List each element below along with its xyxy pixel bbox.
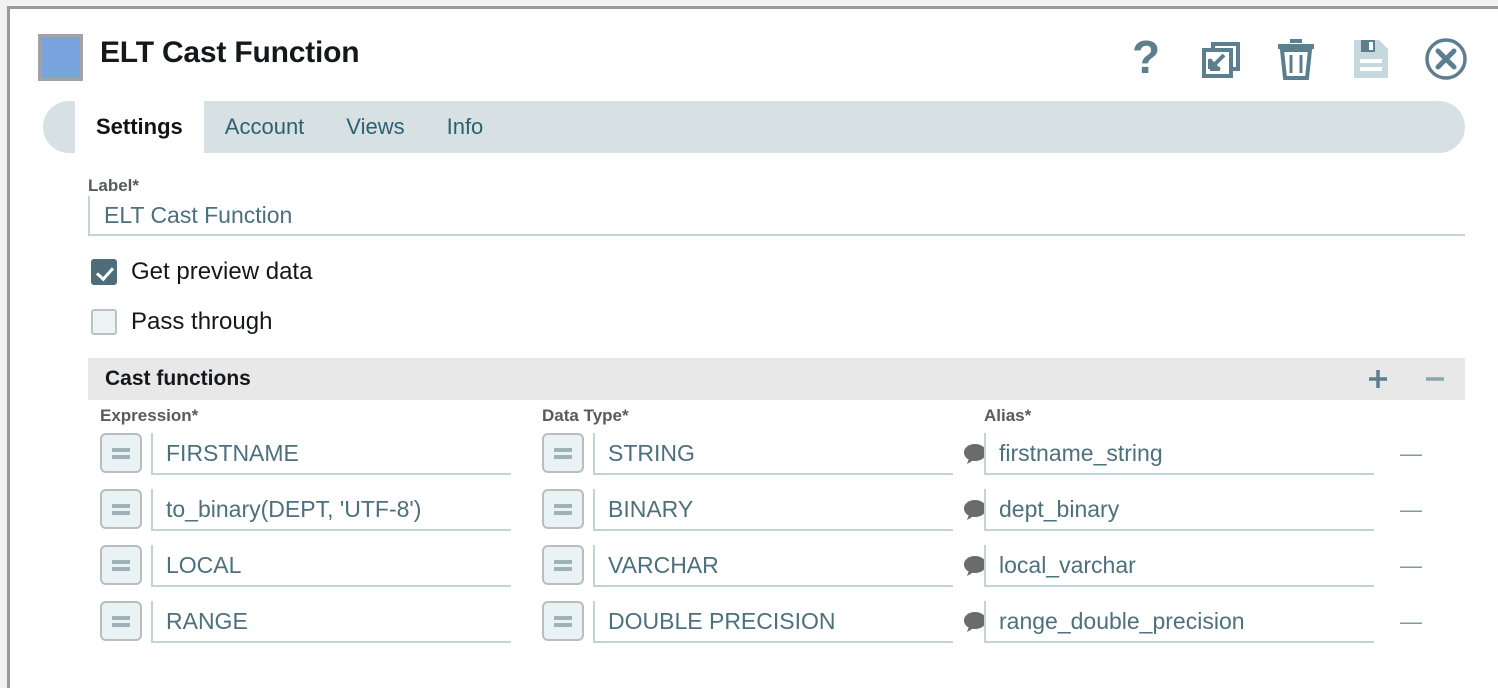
pass-through-checkbox-row[interactable]: Pass through (91, 308, 1465, 336)
label-input[interactable]: ELT Cast Function (88, 196, 1465, 236)
expression-mode-toggle-expression[interactable] (100, 545, 142, 585)
tab-bar: Settings Account Views Info (43, 101, 1465, 157)
cast-functions-header: Cast functions (88, 358, 1465, 400)
table-row: LOCAL VARCHAR local_varchar — (88, 539, 1465, 595)
expression-mode-toggle-expression[interactable] (100, 601, 142, 641)
cast-functions-section: Cast functions Expression* Data Type* Al… (88, 358, 1465, 651)
tab-info[interactable]: Info (426, 101, 505, 153)
expression-mode-toggle-data-type[interactable] (542, 545, 584, 585)
row-remove-button[interactable]: — (1398, 553, 1424, 579)
get-preview-data-checkbox-row[interactable]: Get preview data (91, 258, 1465, 286)
expression-mode-toggle-data-type[interactable] (542, 601, 584, 641)
expression-mode-toggle-expression[interactable] (100, 433, 142, 473)
equals-icon (112, 447, 130, 459)
data-type-input[interactable]: DOUBLE PRECISION (593, 601, 953, 643)
dialog-title: ELT Cast Function (100, 36, 360, 69)
equals-icon (554, 559, 572, 571)
label-field-caption: Label* (88, 176, 140, 195)
close-icon[interactable] (1424, 33, 1468, 85)
cast-functions-title: Cast functions (105, 367, 251, 390)
tab-views[interactable]: Views (325, 101, 425, 153)
expression-input[interactable]: LOCAL (151, 545, 511, 587)
alias-input[interactable]: dept_binary (984, 489, 1374, 531)
equals-icon (554, 447, 572, 459)
column-header-expression: Expression* (100, 406, 199, 425)
expression-input[interactable]: RANGE (151, 601, 511, 643)
component-square-icon (38, 34, 83, 81)
column-header-alias: Alias* (984, 406, 1032, 425)
remove-row-icon[interactable] (1423, 358, 1447, 400)
equals-icon (112, 503, 130, 515)
pass-through-label: Pass through (131, 308, 273, 335)
settings-panel: Label* ELT Cast Function Get preview dat… (10, 176, 1498, 651)
tab-settings[interactable]: Settings (75, 101, 204, 153)
table-row: RANGE DOUBLE PRECISION range_double_precis… (88, 595, 1465, 651)
data-type-input[interactable]: BINARY (593, 489, 953, 531)
alias-input[interactable]: range_double_precision (984, 601, 1374, 643)
dialog-titlebar: ELT Cast Function ? (10, 9, 1498, 101)
expression-mode-toggle-data-type[interactable] (542, 489, 584, 529)
equals-icon (554, 503, 572, 515)
help-icon[interactable]: ? (1124, 31, 1168, 87)
delete-icon[interactable] (1274, 33, 1318, 85)
alias-input[interactable]: local_varchar (984, 545, 1374, 587)
alias-input[interactable]: firstname_string (984, 433, 1374, 475)
row-remove-button[interactable]: — (1398, 497, 1424, 523)
get-preview-data-label: Get preview data (131, 258, 313, 285)
get-preview-data-checkbox[interactable] (91, 259, 117, 285)
restore-window-icon[interactable] (1199, 33, 1243, 85)
row-remove-button[interactable]: — (1398, 609, 1424, 635)
expression-input[interactable]: FIRSTNAME (151, 433, 511, 475)
dialog-window: ELT Cast Function ? Settings Account Vie… (7, 6, 1498, 688)
expression-mode-toggle-expression[interactable] (100, 489, 142, 529)
expression-mode-toggle-data-type[interactable] (542, 433, 584, 473)
data-type-input[interactable]: VARCHAR (593, 545, 953, 587)
equals-icon (112, 559, 130, 571)
cast-functions-grid: FIRSTNAME STRING firstname_string — to_binar… (88, 427, 1465, 651)
pass-through-checkbox[interactable] (91, 309, 117, 335)
data-type-input[interactable]: STRING (593, 433, 953, 475)
grid-column-headers: Expression* Data Type* Alias* (88, 400, 1465, 427)
add-row-icon[interactable] (1366, 358, 1390, 400)
table-row: to_binary(DEPT, 'UTF-8') BINARY dept_binar… (88, 483, 1465, 539)
row-remove-button[interactable]: — (1398, 441, 1424, 467)
expression-input[interactable]: to_binary(DEPT, 'UTF-8') (151, 489, 511, 531)
table-row: FIRSTNAME STRING firstname_string — (88, 427, 1465, 483)
application-window: ELT Cast Function ? Settings Account Vie… (0, 0, 1498, 688)
equals-icon (554, 615, 572, 627)
tab-account[interactable]: Account (204, 101, 326, 153)
equals-icon (112, 615, 130, 627)
titlebar-actions: ? (1124, 31, 1468, 87)
column-header-data-type: Data Type* (542, 406, 629, 425)
save-icon[interactable] (1349, 33, 1393, 85)
